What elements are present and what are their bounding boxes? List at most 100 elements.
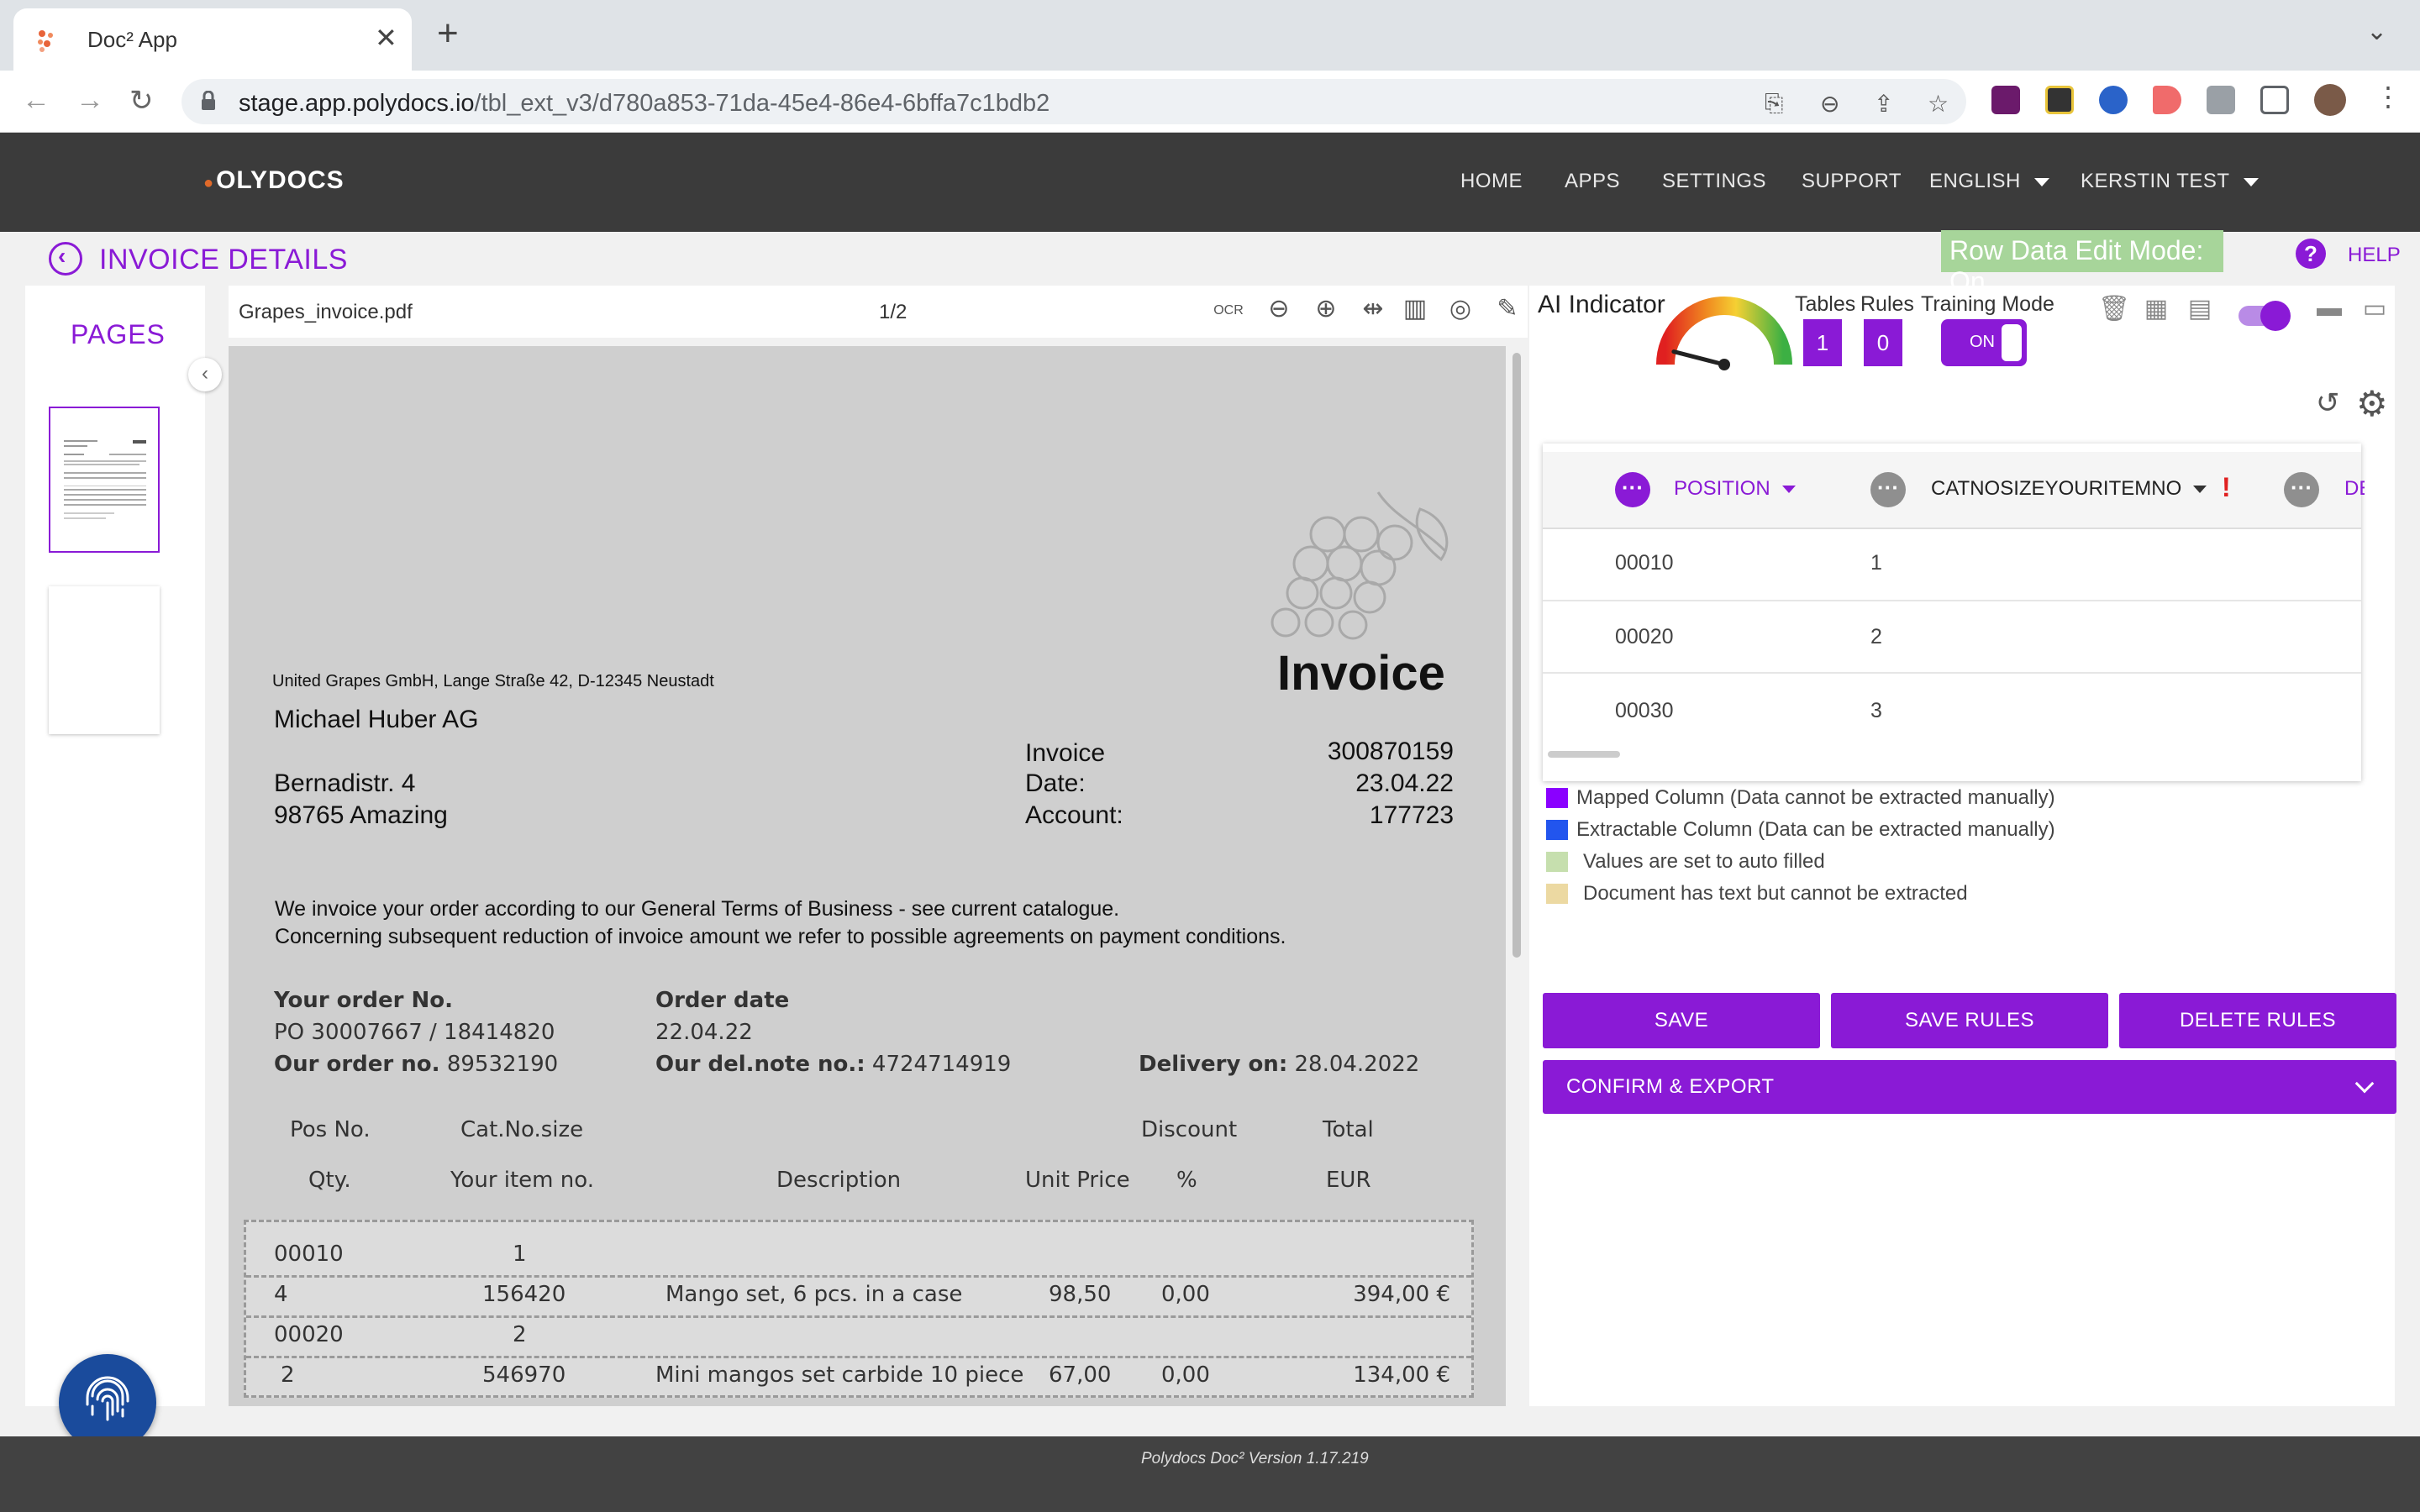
column-header-catno[interactable]: CATNOSIZEYOURITEMNO <box>1931 477 2207 501</box>
line-1-desc: Mango set, 6 pcs. in a case <box>666 1282 963 1307</box>
de-column-menu-icon[interactable]: ··· <box>2284 472 2319 507</box>
line-1-total: 394,00 € <box>1353 1282 1450 1307</box>
table-row[interactable]: 00010 1 <box>1543 529 2361 601</box>
help-icon[interactable]: ? <box>2296 239 2326 269</box>
catno-column-menu-icon[interactable]: ··· <box>1870 472 1906 507</box>
col-cat-no: Cat.No.size <box>460 1117 584 1142</box>
save-button[interactable]: SAVE <box>1543 993 1820 1048</box>
nav-home[interactable]: HOME <box>1460 170 1523 193</box>
column-select-icon[interactable]: ▥ <box>1398 294 1432 328</box>
position-column-menu-icon[interactable]: ··· <box>1615 472 1650 507</box>
zoom-in-icon[interactable]: ⊕ <box>1309 294 1343 328</box>
invoice-no-value: 300870159 <box>1327 738 1454 765</box>
fit-width-icon[interactable]: ⇹ <box>1356 294 1390 328</box>
caret-down-icon <box>1781 486 1796 494</box>
training-mode-label: Training Mode <box>1921 292 2054 316</box>
our-order: Our order no. 89532190 <box>274 1052 559 1077</box>
tab-title: Doc² App <box>87 27 177 52</box>
rules-count[interactable]: 0 <box>1864 319 1902 366</box>
delete-rules-button[interactable]: DELETE RULES <box>2119 993 2396 1048</box>
recipient-city: 98765 Amazing <box>274 801 448 829</box>
browser-tab[interactable]: Doc² App ✕ <box>13 8 412 71</box>
address-bar[interactable]: stage.app.polydocs.io/tbl_ext_v3/d780a85… <box>182 79 1966 124</box>
reload-icon[interactable]: ↻ <box>129 84 154 118</box>
back-arrow-icon[interactable]: ← <box>22 84 50 117</box>
bookmark-star-icon[interactable]: ☆ <box>1928 90 1949 118</box>
legend-autofill: Values are set to auto filled <box>1583 850 1825 873</box>
forward-arrow-icon[interactable]: → <box>76 84 104 117</box>
table-horizontal-scrollbar[interactable] <box>1548 751 1620 758</box>
gear-icon[interactable]: ⚙ <box>2356 383 2388 424</box>
table-edit-icon[interactable]: ▦ <box>2139 294 2173 328</box>
translate-icon[interactable]: ⎘ <box>1765 90 1783 118</box>
nav-apps[interactable]: APPS <box>1565 170 1620 193</box>
table-add-icon[interactable]: ▤ <box>2183 294 2217 328</box>
new-tab-icon[interactable]: + <box>437 15 459 52</box>
cell-catno[interactable]: 1 <box>1870 551 1882 575</box>
user-caret-icon <box>2243 177 2259 186</box>
nav-settings[interactable]: SETTINGS <box>1662 170 1766 193</box>
profile-avatar[interactable] <box>2314 84 2346 116</box>
line-1-item: 156420 <box>482 1282 566 1307</box>
cell-position[interactable]: 00030 <box>1615 699 1674 723</box>
col-discount: Discount <box>1141 1117 1238 1142</box>
edit-icon[interactable]: ✎ <box>1491 294 1524 328</box>
recipient-name: Michael Huber AG <box>274 706 479 733</box>
extension-4-icon[interactable] <box>2153 86 2181 114</box>
keyboard-icon[interactable]: ▬ <box>2312 294 2346 328</box>
tab-search-chevron-icon[interactable]: ⌄ <box>2366 17 2387 46</box>
extensions-puzzle-icon[interactable] <box>2207 86 2235 114</box>
ocr-icon[interactable]: OCR <box>1212 294 1245 328</box>
account-label: Account: <box>1025 801 1123 829</box>
url-text: stage.app.polydocs.io/tbl_ext_v3/d780a85… <box>239 90 1050 117</box>
save-rules-button[interactable]: SAVE RULES <box>1831 993 2108 1048</box>
col-total: Total <box>1323 1117 1374 1142</box>
trash-icon[interactable]: 🗑 <box>2097 294 2131 328</box>
chevron-down-icon <box>2354 1074 2375 1094</box>
document-scrollbar[interactable] <box>1512 353 1521 958</box>
nav-language[interactable]: ENGLISH <box>1929 170 2049 193</box>
zoom-out-icon[interactable]: ⊖ <box>1820 90 1839 118</box>
column-header-de[interactable]: DE <box>2344 477 2365 501</box>
line-1-pos: 00010 <box>274 1242 344 1267</box>
row-divider <box>246 1356 1471 1358</box>
table-row[interactable]: 00030 3 <box>1543 674 2361 746</box>
training-mode-toggle[interactable]: ON <box>1941 319 2027 366</box>
nav-support[interactable]: SUPPORT <box>1802 170 1902 193</box>
undo-icon[interactable]: ↺ <box>2316 386 2340 420</box>
chevron-left-icon: ‹ <box>58 243 66 269</box>
cell-catno[interactable]: 3 <box>1870 699 1882 723</box>
nav-user-menu[interactable]: KERSTIN TEST <box>2081 170 2259 193</box>
tables-count[interactable]: 1 <box>1803 319 1842 366</box>
cell-position[interactable]: 00010 <box>1615 551 1674 575</box>
tab-close-icon[interactable]: ✕ <box>375 22 397 54</box>
legend-not-extractable: Document has text but cannot be extracte… <box>1583 882 1968 905</box>
cell-position[interactable]: 00020 <box>1615 625 1674 649</box>
scan-icon[interactable]: ◎ <box>1444 294 1477 328</box>
intro-line-1: We invoice your order according to our G… <box>275 897 1120 921</box>
back-button[interactable]: ‹ <box>49 242 82 276</box>
warning-exclamation-icon[interactable]: ! <box>2222 472 2231 503</box>
extension-2-icon[interactable] <box>2045 86 2074 114</box>
ocr-view-icon[interactable]: ▭ <box>2358 294 2391 328</box>
line-2-total: 134,00 € <box>1353 1362 1450 1388</box>
cell-catno[interactable]: 2 <box>1870 625 1882 649</box>
extension-3-icon[interactable] <box>2099 86 2128 114</box>
help-link[interactable]: HELP <box>2348 244 2401 267</box>
confirm-export-accordion[interactable]: CONFIRM & EXPORT <box>1543 1060 2396 1114</box>
language-caret-icon <box>2033 177 2049 186</box>
polydocs-logo[interactable]: ●OLYDOCS <box>203 166 345 195</box>
browser-menu-icon[interactable]: ⋮ <box>2375 81 2402 113</box>
extension-1-icon[interactable] <box>1991 86 2020 114</box>
column-header-position[interactable]: POSITION <box>1674 477 1796 501</box>
side-panel-icon[interactable] <box>2260 86 2289 114</box>
collapse-sidebar-icon[interactable]: ‹ <box>188 358 222 391</box>
thumbnail-preview <box>64 440 146 519</box>
page-thumbnail-1[interactable] <box>49 407 160 553</box>
share-icon[interactable]: ⇪ <box>1874 90 1893 118</box>
table-row[interactable]: 00020 2 <box>1543 601 2361 674</box>
legend-swatch-not-extractable <box>1546 884 1568 904</box>
zoom-out-icon[interactable]: ⊖ <box>1262 294 1296 328</box>
mode-switch[interactable] <box>2238 301 2291 331</box>
page-thumbnail-2[interactable] <box>49 586 160 734</box>
